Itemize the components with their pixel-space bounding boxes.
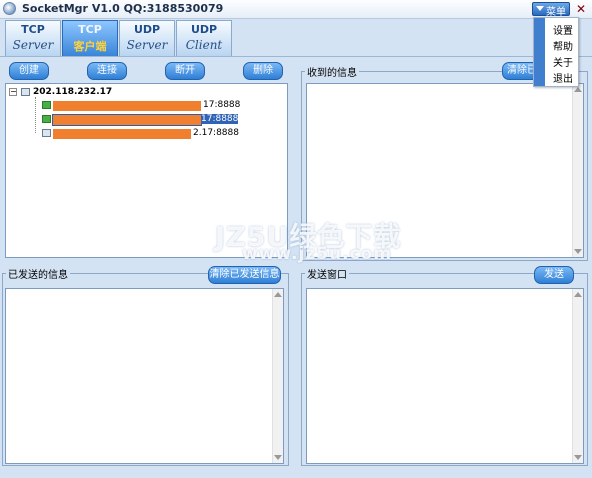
tab-tcp-server-line2: Server — [12, 38, 54, 52]
collapse-icon[interactable]: − — [9, 88, 17, 96]
tab-udp-server[interactable]: UDP Server — [119, 20, 175, 56]
menu-dropdown: 设置 帮助 关于 退出 — [533, 17, 579, 87]
send-scrollbar[interactable] — [572, 289, 583, 463]
connection-item[interactable]: 2.17:8888 — [193, 128, 239, 138]
tab-tcp-client-line2: 客户端 — [73, 40, 107, 53]
scroll-down-icon[interactable] — [274, 455, 282, 460]
chevron-down-icon — [536, 6, 544, 11]
menu-item-exit[interactable]: 退出 — [553, 70, 573, 85]
sent-scrollbar[interactable] — [272, 289, 283, 463]
tab-udp-server-line1: UDP — [133, 23, 161, 36]
received-label: 收到的信息 — [305, 64, 359, 79]
connect-button[interactable]: 连接 — [87, 62, 127, 80]
send-button[interactable]: 发送 — [534, 266, 574, 284]
menu-item-help[interactable]: 帮助 — [553, 38, 573, 53]
close-button[interactable]: ✕ — [573, 2, 589, 16]
tab-udp-client-line2: Client — [185, 38, 223, 52]
scroll-up-icon[interactable] — [574, 87, 582, 92]
tree-line — [35, 97, 37, 133]
sent-text[interactable] — [5, 288, 284, 464]
watermark-url: www.jz5u.com — [242, 244, 393, 264]
connection-item[interactable]: 17:8888 — [203, 100, 240, 110]
connection-bar — [53, 129, 191, 139]
menu-strip — [534, 18, 545, 86]
computer-icon — [21, 88, 30, 96]
connection-icon — [42, 129, 51, 137]
menu-item-settings[interactable]: 设置 — [553, 22, 573, 37]
tab-udp-server-line2: Server — [126, 38, 168, 52]
clear-sent-button[interactable]: 清除已发送信息 — [208, 266, 281, 284]
tab-udp-client[interactable]: UDP Client — [176, 20, 232, 56]
tree-root-host[interactable]: 202.118.232.17 — [33, 87, 112, 99]
menu-button-label: 菜单 — [546, 7, 566, 18]
connection-bar — [52, 114, 202, 126]
scroll-up-icon[interactable] — [274, 292, 282, 297]
tab-divider — [0, 56, 592, 57]
scroll-down-icon[interactable] — [574, 455, 582, 460]
connection-icon — [42, 101, 51, 109]
app-icon — [3, 2, 16, 15]
delete-button[interactable]: 删除 — [243, 62, 283, 80]
tab-udp-client-line1: UDP — [190, 23, 218, 36]
received-scrollbar[interactable] — [572, 84, 583, 257]
send-window-label: 发送窗口 — [305, 266, 349, 281]
sent-label: 已发送的信息 — [6, 266, 70, 281]
scroll-down-icon[interactable] — [574, 249, 582, 254]
scroll-up-icon[interactable] — [574, 292, 582, 297]
disconnect-button[interactable]: 断开 — [165, 62, 205, 80]
connection-icon — [42, 115, 51, 123]
tab-tcp-server[interactable]: TCP Server — [5, 20, 61, 56]
tab-tcp-client[interactable]: TCP 客户端 — [62, 20, 118, 56]
tab-tcp-server-line1: TCP — [21, 23, 45, 36]
create-button[interactable]: 创建 — [9, 62, 49, 80]
tab-tcp-client-line1: TCP — [78, 23, 102, 36]
connection-item-selected[interactable]: 17:8888 — [201, 114, 239, 124]
menu-item-about[interactable]: 关于 — [553, 54, 573, 69]
window-title: SocketMgr V1.0 QQ:3188530079 — [22, 2, 224, 15]
title-bar: SocketMgr V1.0 QQ:3188530079 菜单 ✕ — [0, 0, 592, 19]
connection-bar — [53, 101, 201, 111]
menu-button[interactable]: 菜单 — [532, 2, 570, 18]
send-input[interactable] — [306, 288, 584, 464]
